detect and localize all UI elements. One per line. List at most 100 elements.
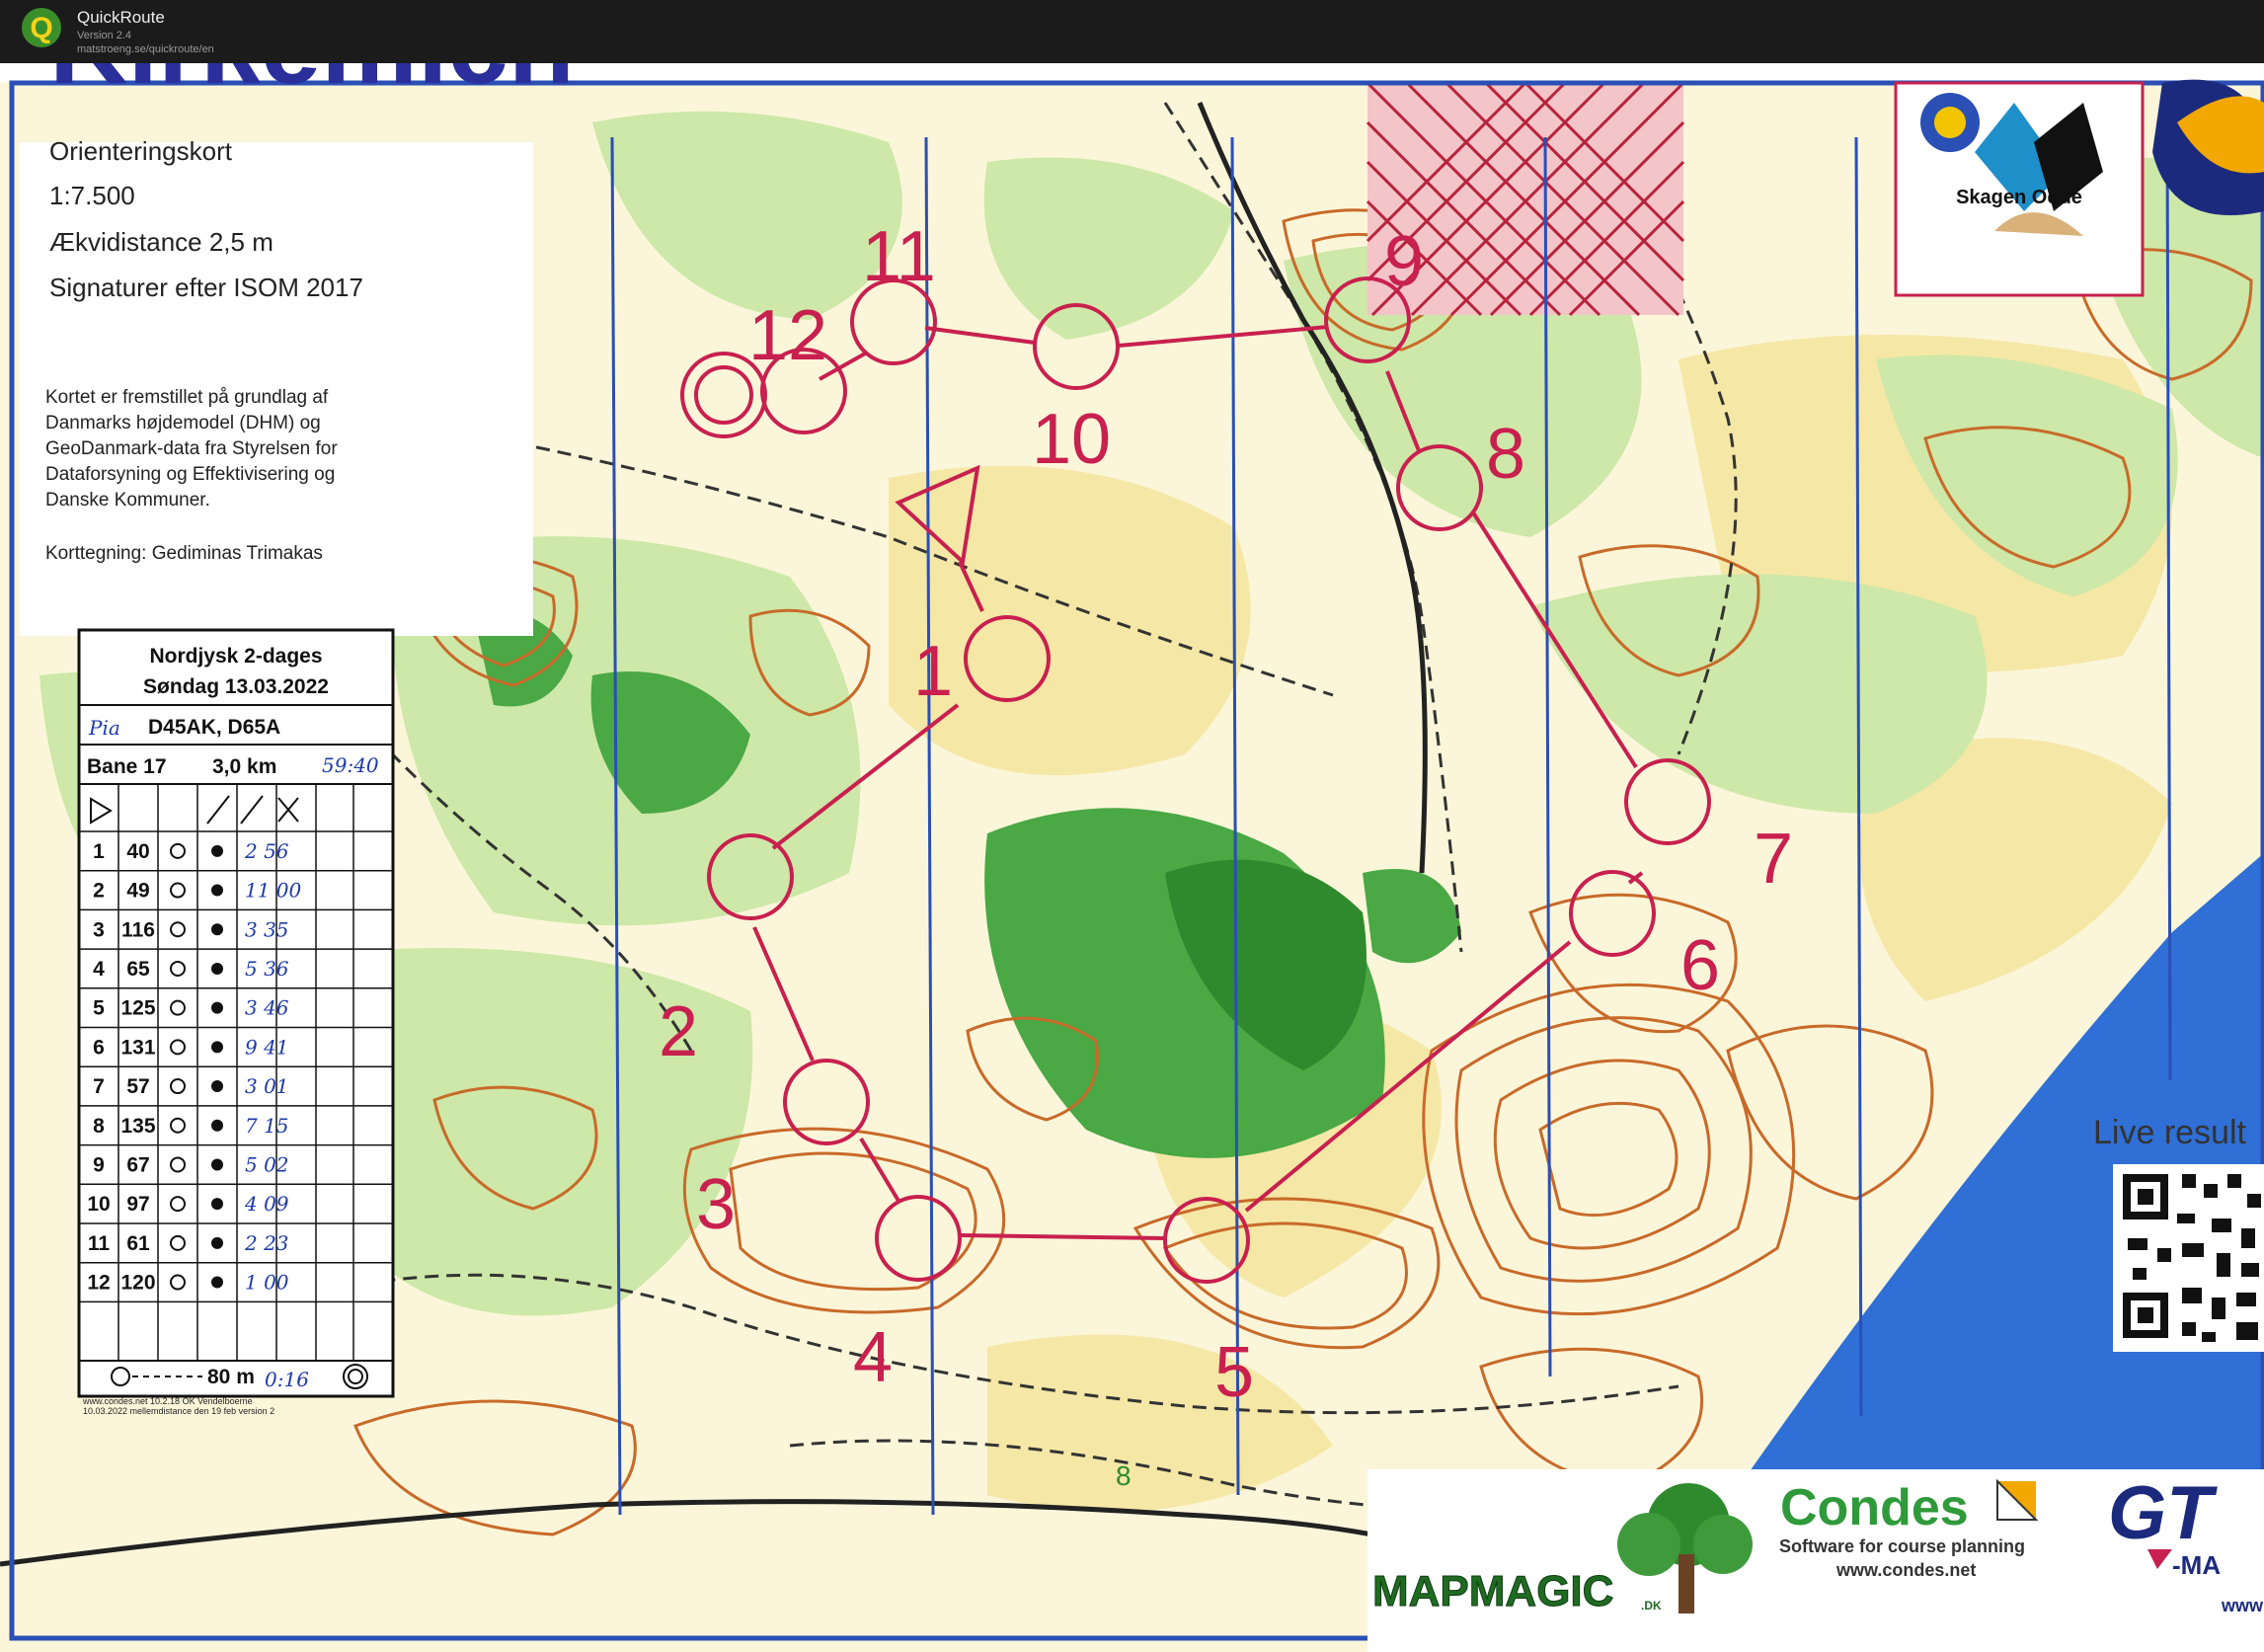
trail-number-label: 8 <box>1116 1460 1132 1491</box>
app-title-bar: Q QuickRoute Version 2.4 matstroeng.se/q… <box>0 0 2264 63</box>
map-symbol-standard-text: Signaturer efter ISOM 2017 <box>49 273 363 302</box>
card-course-name: Bane 17 <box>87 755 167 778</box>
live-results-label: Live result <box>2093 1114 2247 1151</box>
card-row-code: 125 <box>120 997 155 1020</box>
map-source-line-5: Danske Kommuner. <box>45 490 210 511</box>
card-row-number: 11 <box>88 1232 111 1255</box>
control-number-10: 10 <box>1032 400 1111 479</box>
card-row-split-time: 3 46 <box>245 996 289 1020</box>
card-row-split-time: 9 41 <box>245 1035 289 1059</box>
control-number-8: 8 <box>1486 415 1525 494</box>
card-detail-symbol-icon <box>211 923 223 936</box>
card-detail-symbol-icon <box>211 962 223 975</box>
orienteering-map[interactable]: Kirkemich Orienteringskort 1:7.500 Ækvid… <box>0 63 2264 1652</box>
card-row-code: 40 <box>126 840 149 863</box>
card-row-number: 8 <box>93 1115 105 1138</box>
card-row-number: 12 <box>87 1272 110 1295</box>
card-event-name: Nordjysk 2-dages <box>149 645 322 668</box>
card-detail-symbol-icon <box>211 1276 223 1289</box>
control-number-12: 12 <box>748 296 827 375</box>
club-logo-label: Skagen Odde <box>1956 187 2082 208</box>
map-cartographer-text: Korttegning: Gediminas Trimakas <box>45 543 323 564</box>
card-row-number: 3 <box>93 918 105 941</box>
card-row-number: 1 <box>93 840 105 863</box>
card-row-number: 4 <box>93 958 105 981</box>
card-row-code: 49 <box>126 880 149 903</box>
condes-tagline: Software for course planning <box>1779 1536 2025 1556</box>
control-number-9: 9 <box>1384 222 1424 301</box>
card-row-code: 97 <box>126 1193 149 1216</box>
map-contour-interval-text: Ækvidistance 2,5 m <box>49 227 273 257</box>
map-source-line-1: Kortet er fremstillet på grundlag af <box>45 387 329 408</box>
condes-logo-name: Condes <box>1780 1479 1969 1536</box>
control-number-1: 1 <box>913 632 953 711</box>
condes-url: www.condes.net <box>1835 1560 1976 1580</box>
card-event-date: Søndag 13.03.2022 <box>143 675 329 698</box>
card-row-code: 116 <box>121 918 155 941</box>
app-url: matstroeng.se/quickroute/en <box>77 43 214 55</box>
card-finish-distance: 80 m <box>207 1366 255 1388</box>
card-row-split-time: 7 15 <box>245 1114 289 1138</box>
app-version: Version 2.4 <box>77 30 132 41</box>
svg-text:Q: Q <box>30 12 52 44</box>
card-detail-symbol-icon <box>211 1041 223 1054</box>
card-course-length: 3,0 km <box>212 755 276 778</box>
card-row-split-time: 3 35 <box>245 917 289 941</box>
map-title-fragment: Kirkemich <box>49 63 575 107</box>
card-row-code: 65 <box>126 958 150 981</box>
control-number-4: 4 <box>853 1318 893 1397</box>
card-row-number: 7 <box>93 1075 105 1098</box>
card-footer-1: www.condes.net 10.2.18 OK Vendelboerne <box>82 1396 253 1406</box>
card-footer-2: 10.03.2022 mellemdistance den 19 feb ver… <box>83 1406 274 1416</box>
control-number-3: 3 <box>696 1165 736 1244</box>
card-row-number: 9 <box>93 1153 105 1176</box>
mapmagic-logo-text: MAPMAGIC <box>1372 1567 1613 1615</box>
card-row-split-time: 4 09 <box>244 1192 289 1216</box>
control-number-6: 6 <box>1680 926 1720 1005</box>
card-row-number: 6 <box>93 1036 105 1059</box>
control-number-2: 2 <box>659 992 698 1071</box>
card-row-code: 120 <box>120 1272 155 1295</box>
card-row-split-time: 2 56 <box>244 839 289 863</box>
card-detail-symbol-icon <box>211 1119 223 1132</box>
card-row-number: 5 <box>93 997 105 1020</box>
card-row-split-time: 3 01 <box>245 1074 289 1098</box>
card-row-code: 67 <box>126 1153 149 1176</box>
control-number-5: 5 <box>1214 1333 1254 1412</box>
card-row-split-time: 2 23 <box>244 1231 289 1255</box>
card-row-number: 10 <box>87 1193 110 1216</box>
card-row-code: 135 <box>120 1115 155 1138</box>
gt-logo-text: GT <box>2108 1471 2218 1555</box>
control-number-11: 11 <box>862 217 936 296</box>
gt-logo-url: www <box>2221 1596 2264 1615</box>
app-name: QuickRoute <box>77 8 165 27</box>
card-row-code: 57 <box>126 1075 149 1098</box>
map-source-line-4: Dataforsyning og Effektivisering og <box>45 464 335 485</box>
mapmagic-logo-suffix: .DK <box>1641 1599 1662 1613</box>
card-row-split-time: 11 00 <box>245 879 302 903</box>
card-detail-symbol-icon <box>211 1001 223 1014</box>
card-runner-name: Pia <box>88 716 120 740</box>
card-detail-symbol-icon <box>211 1198 223 1211</box>
map-source-line-3: GeoDanmark-data fra Styrelsen for <box>45 438 338 459</box>
gt-logo-sub: -MA <box>2172 1550 2221 1580</box>
card-detail-symbol-icon <box>211 1158 223 1171</box>
card-classes: D45AK, D65A <box>148 716 280 739</box>
control-number-7: 7 <box>1754 820 1793 899</box>
card-row-split-time: 5 02 <box>245 1152 289 1176</box>
card-detail-symbol-icon <box>211 1080 223 1093</box>
card-row-number: 2 <box>93 880 105 903</box>
map-scale-text: 1:7.500 <box>49 181 135 210</box>
card-row-code: 61 <box>126 1232 150 1255</box>
map-canvas[interactable]: Kirkemich Orienteringskort 1:7.500 Ækvid… <box>0 63 2264 1652</box>
card-detail-symbol-icon <box>211 1236 223 1249</box>
card-row-split-time: 5 36 <box>245 957 289 981</box>
map-type-text: Orienteringskort <box>49 136 233 166</box>
map-source-line-2: Danmarks højdemodel (DHM) og <box>45 413 321 433</box>
card-finish-time: 0:16 <box>265 1368 309 1391</box>
card-total-time: 59:40 <box>322 753 379 777</box>
card-row-split-time: 1 00 <box>245 1271 289 1295</box>
card-detail-symbol-icon <box>211 884 223 897</box>
quickroute-logo-icon: Q <box>22 8 61 47</box>
card-row-code: 131 <box>120 1036 155 1059</box>
